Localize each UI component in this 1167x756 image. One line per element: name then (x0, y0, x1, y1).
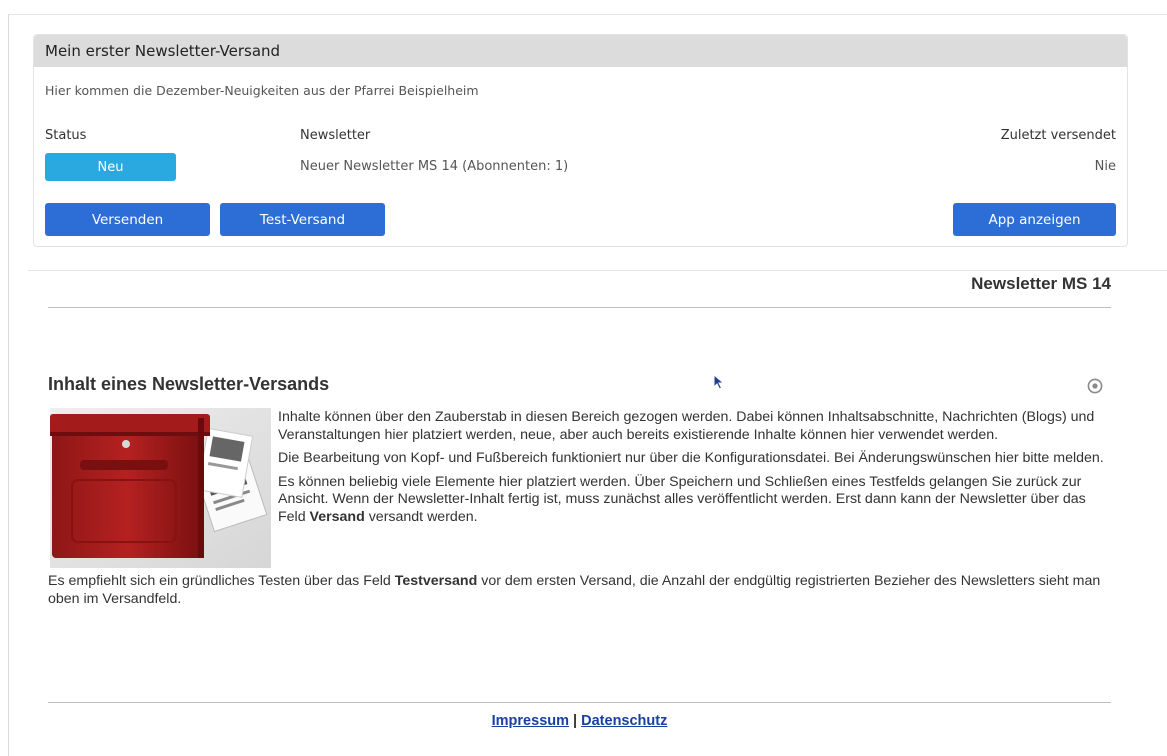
datenschutz-link[interactable]: Datenschutz (581, 713, 667, 729)
footer-separator: | (573, 713, 578, 729)
last-sent-value: Nie (1094, 159, 1116, 174)
preview-top-divider (28, 270, 1167, 271)
newsletter-content: Inhalte können über den Zauberstab in di… (48, 409, 1111, 614)
show-app-button[interactable]: App anzeigen (953, 203, 1116, 236)
image-spacer (48, 409, 278, 571)
send-button[interactable]: Versenden (45, 203, 210, 236)
panel-description: Hier kommen die Dezember-Neuigkeiten aus… (45, 83, 479, 98)
paragraph-3-text-b: versandt werden. (364, 508, 478, 525)
paragraph-4-text-a: Es empfiehlt sich ein gründliches Testen… (48, 573, 395, 589)
settings-target-icon[interactable] (1087, 378, 1103, 394)
status-column-header: Status (45, 128, 87, 143)
footer-divider (48, 702, 1111, 703)
panel-title: Mein erster Newsletter-Versand (34, 35, 1127, 67)
mouse-pointer-icon (713, 374, 725, 390)
paragraph-4-bold: Testversand (394, 573, 478, 589)
last-sent-column-header: Zuletzt versendet (1000, 128, 1116, 143)
paragraph-4: Es empfiehlt sich ein gründliches Testen… (48, 571, 1111, 608)
section-title: Inhalt eines Newsletter-Versands (48, 374, 330, 394)
newsletter-title: Newsletter MS 14 (971, 274, 1111, 293)
status-badge: Neu (45, 153, 176, 181)
frame-left-border (8, 14, 9, 756)
newsletter-dispatch-panel: Mein erster Newsletter-Versand Hier komm… (33, 34, 1128, 247)
newsletter-column-header: Newsletter (300, 128, 371, 143)
impressum-link[interactable]: Impressum (492, 713, 569, 729)
header-divider (48, 307, 1111, 308)
frame-top-border (8, 14, 1167, 15)
newsletter-value: Neuer Newsletter MS 14 (Abonnenten: 1) (300, 159, 569, 174)
paragraph-3-bold: Versand (309, 508, 365, 525)
test-send-button[interactable]: Test-Versand (220, 203, 385, 236)
footer: Impressum | Datenschutz (48, 713, 1111, 729)
